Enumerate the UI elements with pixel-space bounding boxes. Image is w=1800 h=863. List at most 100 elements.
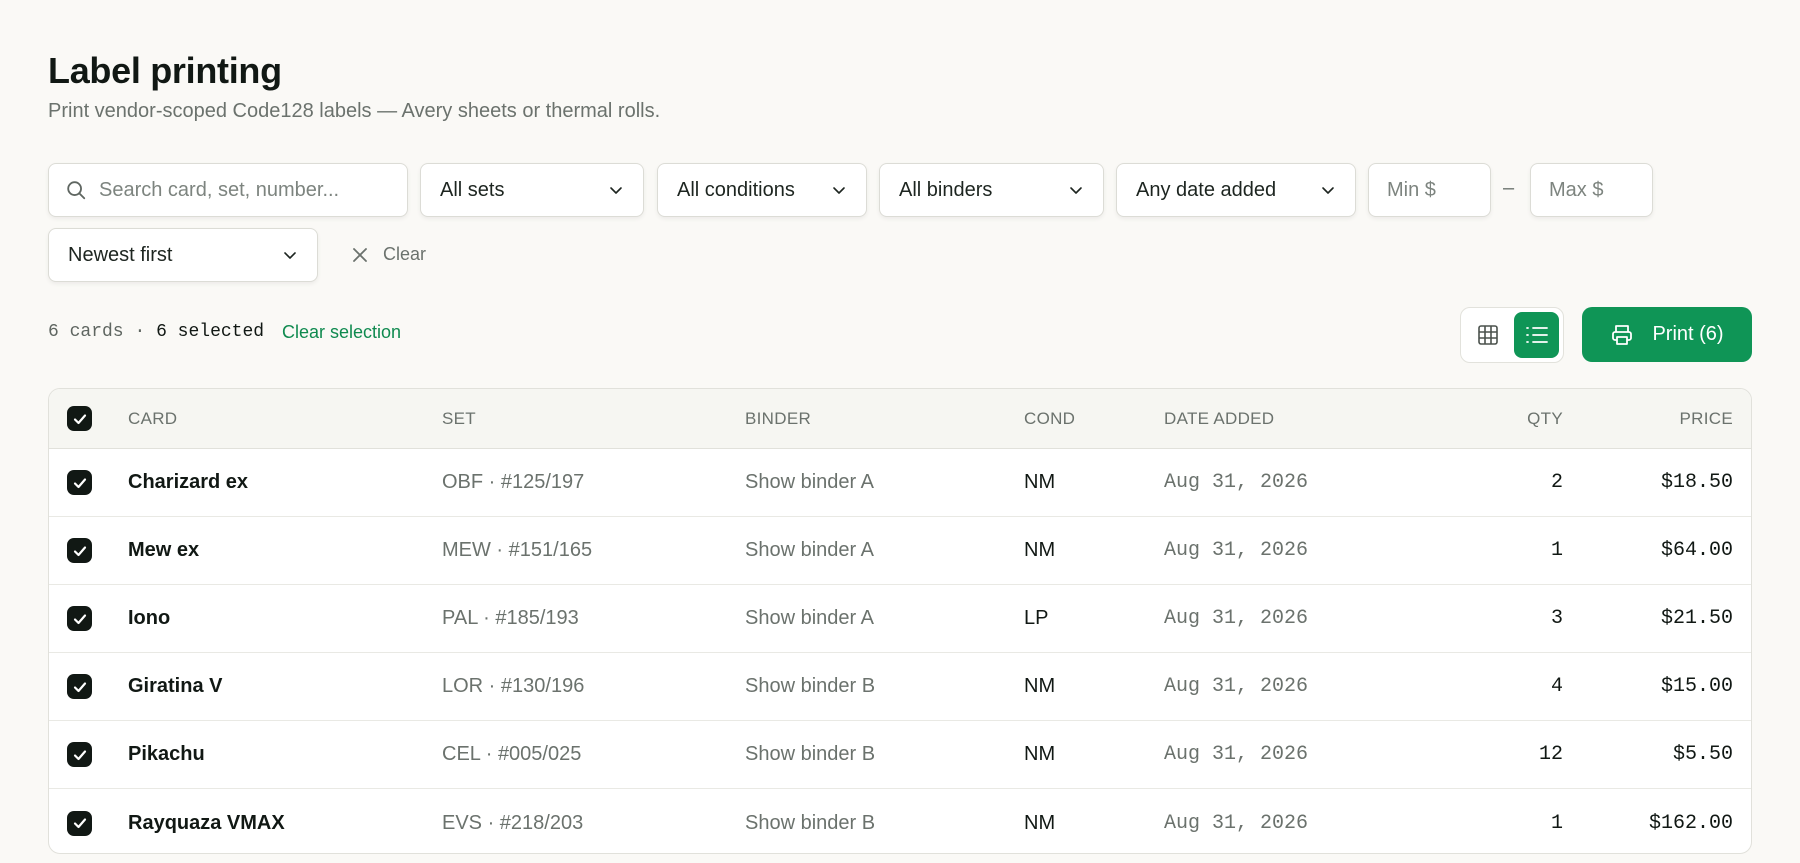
printer-icon <box>1612 324 1633 345</box>
card-date-added: Aug 31, 2026 <box>1164 675 1309 698</box>
summary-separator: · <box>134 322 146 342</box>
conditions-select[interactable]: All conditions <box>657 163 867 217</box>
card-condition: LP <box>1024 607 1049 629</box>
card-set: OBF · #125/197 <box>442 471 585 493</box>
checkmark-icon <box>73 749 86 760</box>
price-range-separator: – <box>1503 177 1515 199</box>
card-qty: 4 <box>1550 675 1563 698</box>
view-mode-toggle <box>1460 307 1564 363</box>
table-row[interactable]: Rayquaza VMAX EVS · #218/203 Show binder… <box>49 789 1751 853</box>
column-header-price[interactable]: PRICE <box>1680 389 1733 448</box>
row-checkbox-cell <box>67 449 92 516</box>
card-qty: 3 <box>1550 607 1563 630</box>
table-row[interactable]: Giratina V LOR · #130/196 Show binder B … <box>49 653 1751 721</box>
card-price: $64.00 <box>1660 539 1733 562</box>
min-price-field[interactable] <box>1368 163 1491 217</box>
card-date-added: Aug 31, 2026 <box>1164 743 1309 766</box>
card-binder: Show binder A <box>745 607 874 629</box>
search-field[interactable] <box>48 163 408 217</box>
table-row[interactable]: Iono PAL · #185/193 Show binder A LP Aug… <box>49 585 1751 653</box>
row-checkbox[interactable] <box>67 606 92 631</box>
card-binder: Show binder B <box>745 675 876 697</box>
min-price-input[interactable] <box>1387 178 1490 202</box>
close-icon <box>353 247 367 262</box>
row-checkbox-cell <box>67 789 92 853</box>
sort-select[interactable]: Newest first <box>48 228 318 282</box>
card-binder: Show binder B <box>745 811 876 834</box>
select-all-cell <box>67 389 92 448</box>
list-view-button[interactable] <box>1514 312 1559 358</box>
sets-select-value: All sets <box>440 178 505 201</box>
print-button-label: Print (6) <box>1652 323 1724 345</box>
checkmark-icon <box>73 818 86 829</box>
max-price-field[interactable] <box>1530 163 1653 217</box>
card-qty: 2 <box>1550 471 1563 494</box>
column-header-cond[interactable]: COND <box>1024 389 1075 448</box>
binders-select[interactable]: All binders <box>879 163 1104 217</box>
table-row[interactable]: Charizard ex OBF · #125/197 Show binder … <box>49 449 1751 517</box>
column-header-card[interactable]: CARD <box>128 389 177 448</box>
column-header-qty[interactable]: QTY <box>1527 389 1563 448</box>
card-date-added: Aug 31, 2026 <box>1164 539 1309 562</box>
card-binder: Show binder B <box>745 743 876 765</box>
card-condition: NM <box>1024 471 1056 493</box>
card-name: Giratina V <box>128 675 223 697</box>
card-name: Pikachu <box>128 743 205 765</box>
row-checkbox[interactable] <box>67 742 92 767</box>
column-header-set[interactable]: SET <box>442 389 476 448</box>
card-condition: NM <box>1024 675 1056 697</box>
row-checkbox-cell <box>67 653 92 720</box>
select-all-checkbox[interactable] <box>67 406 92 431</box>
table-row[interactable]: Mew ex MEW · #151/165 Show binder A NM A… <box>49 517 1751 585</box>
list-icon <box>1525 327 1548 343</box>
card-price: $162.00 <box>1648 811 1733 835</box>
selection-summary: 6 cards · 6 selected <box>48 322 264 342</box>
row-checkbox-cell <box>67 517 92 584</box>
chevron-down-icon <box>281 246 299 264</box>
checkmark-icon <box>73 477 86 488</box>
card-date-added: Aug 31, 2026 <box>1164 607 1309 630</box>
page-subtitle: Print vendor-scoped Code128 labels — Ave… <box>48 100 661 122</box>
row-checkbox[interactable] <box>67 674 92 699</box>
max-price-input[interactable] <box>1549 178 1652 202</box>
row-checkbox[interactable] <box>67 810 92 836</box>
checkmark-icon <box>73 681 86 692</box>
clear-selection-link[interactable]: Clear selection <box>282 322 401 343</box>
card-price: $21.50 <box>1660 607 1733 630</box>
card-set: EVS · #218/203 <box>442 811 584 834</box>
date-added-select[interactable]: Any date added <box>1116 163 1356 217</box>
row-checkbox[interactable] <box>67 538 92 563</box>
chevron-down-icon <box>1319 181 1337 199</box>
card-qty: 1 <box>1550 811 1563 835</box>
card-qty: 1 <box>1550 539 1563 562</box>
sort-select-value: Newest first <box>68 243 173 266</box>
card-date-added: Aug 31, 2026 <box>1164 811 1309 835</box>
cards-table: CARD SET BINDER COND DATE ADDED QTY PRIC… <box>48 388 1752 854</box>
binders-select-value: All binders <box>899 178 993 201</box>
column-header-date-added[interactable]: DATE ADDED <box>1164 389 1274 448</box>
row-checkbox-cell <box>67 585 92 652</box>
column-header-binder[interactable]: BINDER <box>745 389 811 448</box>
chevron-down-icon <box>830 181 848 199</box>
search-icon <box>67 181 86 200</box>
card-condition: NM <box>1024 743 1056 765</box>
cards-count: 6 cards <box>48 322 124 342</box>
card-binder: Show binder A <box>745 539 874 561</box>
card-name: Charizard ex <box>128 471 249 493</box>
checkmark-icon <box>73 545 86 556</box>
table-row[interactable]: Pikachu CEL · #005/025 Show binder B NM … <box>49 721 1751 789</box>
grid-view-button[interactable] <box>1465 312 1510 358</box>
search-input[interactable] <box>99 178 407 202</box>
card-name: Rayquaza VMAX <box>128 811 285 834</box>
chevron-down-icon <box>607 181 625 199</box>
card-set: MEW · #151/165 <box>442 539 593 561</box>
table-header: CARD SET BINDER COND DATE ADDED QTY PRIC… <box>49 389 1751 449</box>
print-button[interactable]: Print (6) <box>1582 307 1752 362</box>
card-set: PAL · #185/193 <box>442 607 579 629</box>
card-name: Mew ex <box>128 539 200 561</box>
clear-filters-button[interactable]: Clear <box>351 244 426 265</box>
card-price: $5.50 <box>1672 743 1733 766</box>
card-qty: 12 <box>1538 743 1563 766</box>
row-checkbox[interactable] <box>67 470 92 495</box>
sets-select[interactable]: All sets <box>420 163 644 217</box>
